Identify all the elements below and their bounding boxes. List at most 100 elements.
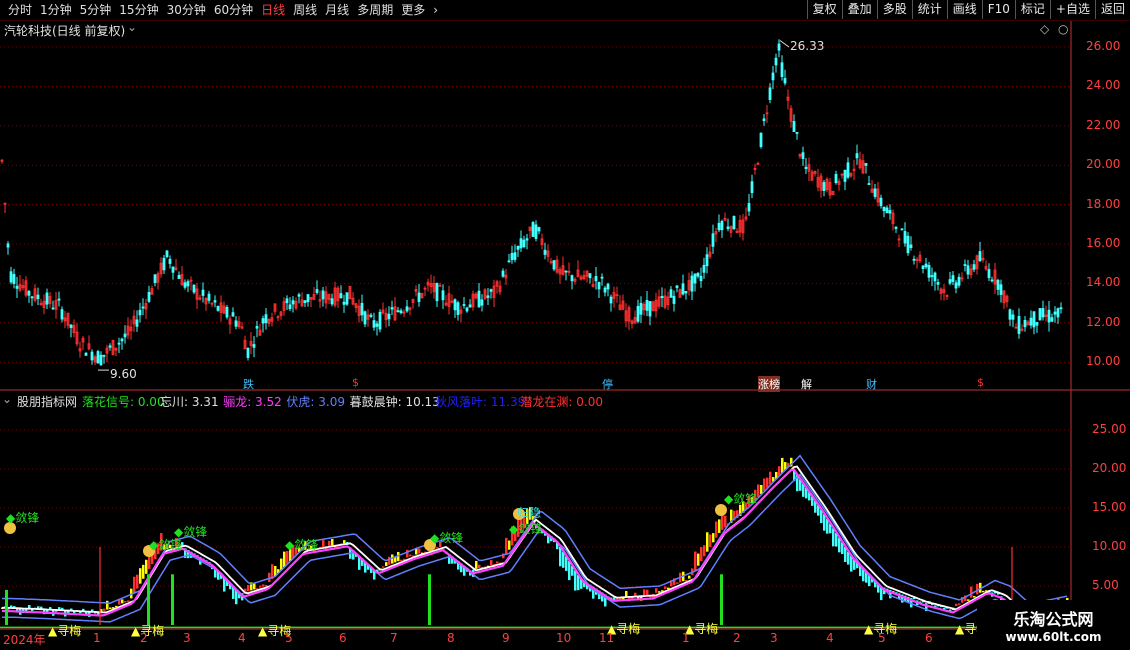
momentum-bar bbox=[973, 596, 976, 598]
tab-9[interactable]: 多周期 bbox=[353, 2, 397, 18]
candle-body bbox=[957, 276, 961, 286]
momentum-bar bbox=[475, 560, 478, 569]
candle-body bbox=[51, 307, 55, 310]
momentum-bar bbox=[331, 539, 334, 546]
momentum-bar bbox=[712, 533, 715, 543]
candle-body bbox=[522, 239, 526, 248]
date-label-2: 2 bbox=[140, 631, 148, 645]
candle-body bbox=[375, 323, 379, 327]
momentum-bar bbox=[706, 532, 709, 552]
candle-body bbox=[726, 226, 730, 229]
candle-body bbox=[186, 281, 190, 287]
candle-body bbox=[321, 290, 325, 300]
signal-annotation-2: ◆敛锋 bbox=[174, 525, 208, 539]
price-tick-0: 26.00 bbox=[1086, 39, 1121, 53]
momentum-bar bbox=[955, 603, 958, 607]
date-label-12: 1 bbox=[682, 631, 690, 645]
candle-body bbox=[1038, 308, 1042, 321]
candle-body bbox=[747, 203, 751, 212]
price-tick-5: 16.00 bbox=[1086, 236, 1121, 250]
toolbar-button-5[interactable]: F10 bbox=[981, 0, 1015, 19]
momentum-bar bbox=[343, 540, 346, 544]
momentum-bar bbox=[139, 568, 142, 584]
candle-body bbox=[552, 260, 556, 270]
candle-body bbox=[936, 282, 940, 285]
tab-4[interactable]: 30分钟 bbox=[163, 2, 210, 18]
signal-green-bar-3 bbox=[428, 574, 431, 625]
tab-1[interactable]: 1分钟 bbox=[36, 2, 76, 18]
toolbar-button-1[interactable]: 叠加 bbox=[841, 0, 877, 19]
candle-body bbox=[792, 121, 796, 133]
toolbar-button-8[interactable]: 返回 bbox=[1094, 0, 1130, 19]
candle-body bbox=[648, 301, 652, 317]
toolbar-button-0[interactable]: 复权 bbox=[806, 0, 842, 19]
tab-6[interactable]: 日线 bbox=[257, 2, 289, 18]
momentum-bar bbox=[763, 478, 766, 491]
candle-body bbox=[531, 221, 535, 237]
candle-body bbox=[171, 266, 175, 273]
candle-body bbox=[699, 275, 703, 282]
event-marker-5: 财 bbox=[866, 378, 877, 391]
event-marker-6: $ bbox=[977, 376, 984, 389]
toolbar-button-6[interactable]: 标记 bbox=[1014, 0, 1050, 19]
candle-body bbox=[99, 354, 103, 366]
tab-2[interactable]: 5分钟 bbox=[76, 2, 116, 18]
candle-body bbox=[570, 275, 574, 282]
tab-3[interactable]: 15分钟 bbox=[115, 2, 162, 18]
high-price-label: 26.33 bbox=[790, 39, 825, 53]
candle-body bbox=[405, 306, 409, 312]
candle-body bbox=[207, 293, 211, 301]
toolbar-button-4[interactable]: 画线 bbox=[946, 0, 982, 19]
candle-body bbox=[123, 333, 127, 338]
indicator-value-1: 忘川: 3.31 bbox=[160, 395, 219, 409]
tab-8[interactable]: 月线 bbox=[321, 2, 353, 18]
date-label-4: 4 bbox=[238, 631, 246, 645]
signal-annotation-7: ◆敛锋 bbox=[724, 492, 758, 506]
candle-body bbox=[201, 289, 205, 296]
indicator-name: 股朋指标网 bbox=[17, 395, 78, 409]
toolbar-button-3[interactable]: 统计 bbox=[911, 0, 947, 19]
toolbar-button-7[interactable]: +自选 bbox=[1049, 0, 1095, 19]
candle-body bbox=[534, 224, 538, 239]
momentum-bar bbox=[133, 576, 136, 594]
momentum-bar bbox=[688, 575, 691, 579]
candle-body bbox=[927, 264, 931, 278]
momentum-bar bbox=[418, 548, 421, 554]
tab-0[interactable]: 分时 bbox=[4, 2, 36, 18]
candle-body bbox=[390, 307, 394, 310]
candle-body bbox=[57, 298, 61, 301]
candle-body bbox=[372, 320, 376, 328]
momentum-bar bbox=[259, 585, 262, 588]
candle-body bbox=[225, 306, 229, 318]
candle-body bbox=[1017, 316, 1021, 334]
candle-body bbox=[954, 282, 958, 289]
signal-annotation-12: ▲寻梅 bbox=[685, 622, 719, 636]
candle-body bbox=[60, 309, 64, 320]
candle-body bbox=[855, 153, 859, 159]
indicator-value-6: 潜龙在渊: 0.00 bbox=[520, 395, 603, 409]
momentum-bar bbox=[769, 471, 772, 485]
candle-body bbox=[519, 238, 523, 249]
momentum-bar bbox=[127, 600, 130, 602]
candle-body bbox=[1023, 319, 1027, 328]
momentum-bar bbox=[676, 582, 679, 584]
more-chevron-icon[interactable]: › bbox=[429, 2, 442, 18]
candle-body bbox=[480, 299, 484, 306]
candle-body bbox=[363, 311, 367, 325]
candle-body bbox=[705, 254, 709, 267]
candle-body bbox=[909, 244, 913, 249]
momentum-bar bbox=[967, 599, 970, 601]
candle-body bbox=[162, 257, 166, 271]
candle-body bbox=[69, 324, 73, 328]
momentum-bar bbox=[658, 591, 661, 593]
signal-green-bar-1 bbox=[147, 574, 150, 625]
price-tick-8: 10.00 bbox=[1086, 354, 1121, 369]
tab-7[interactable]: 周线 bbox=[289, 2, 321, 18]
momentum-bar bbox=[718, 519, 721, 533]
date-label-5: 5 bbox=[285, 631, 293, 645]
toolbar-button-2[interactable]: 多股 bbox=[876, 0, 912, 19]
tab-10[interactable]: 更多 bbox=[397, 2, 429, 18]
tab-5[interactable]: 60分钟 bbox=[210, 2, 257, 18]
candle-body bbox=[192, 284, 196, 293]
indicator-value-0: 落花信号: 0.00 bbox=[82, 395, 165, 409]
